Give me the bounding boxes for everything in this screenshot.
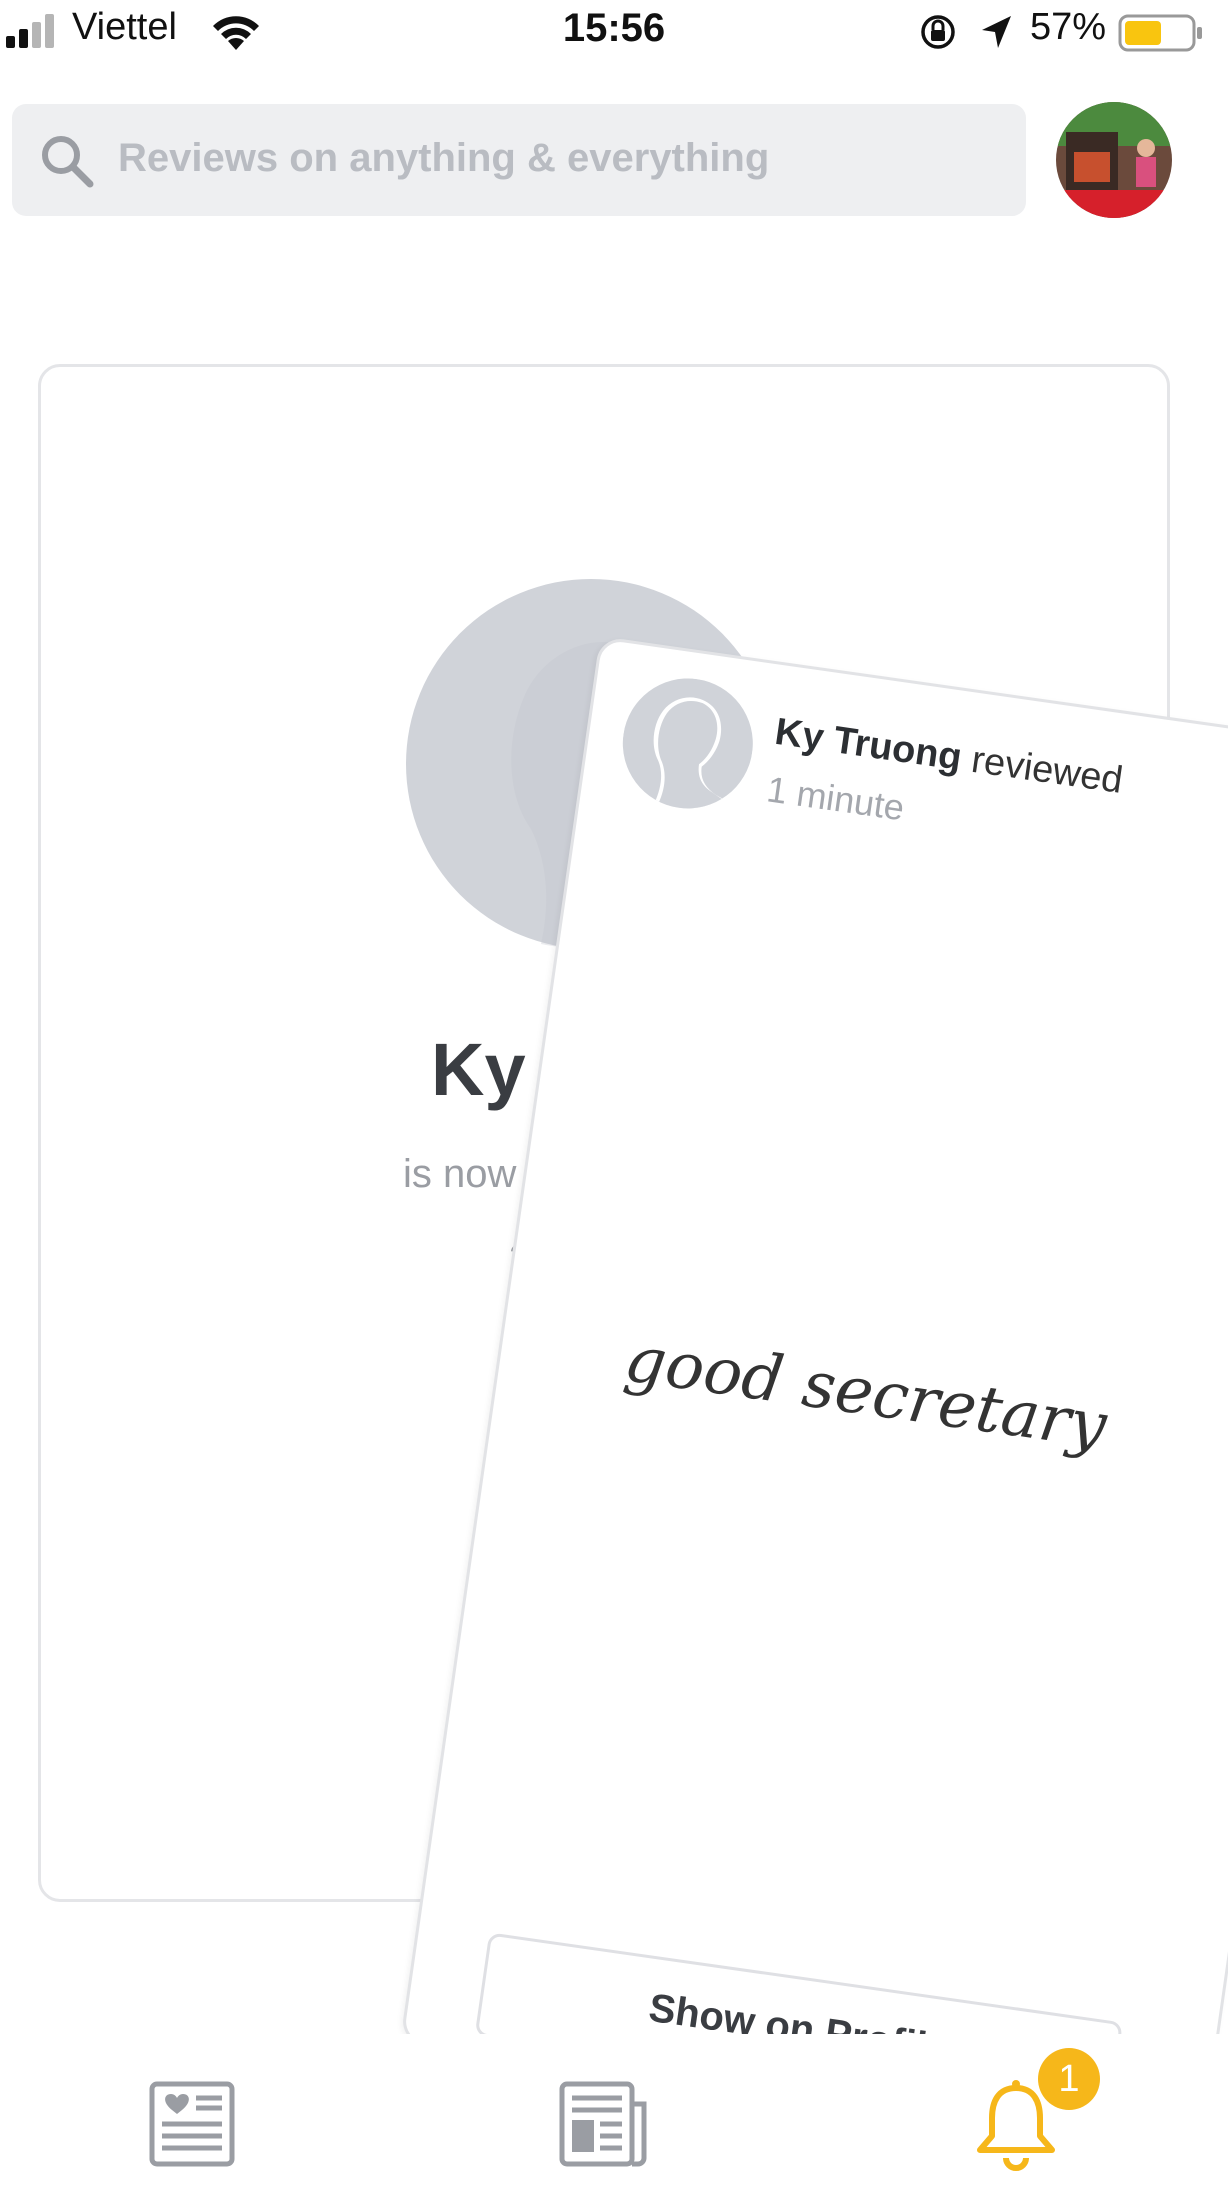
user-avatar[interactable] — [1056, 102, 1172, 218]
newspaper-icon[interactable] — [554, 2074, 654, 2174]
notification-badge: 1 — [1038, 2048, 1100, 2110]
avatar-photo — [1056, 102, 1172, 218]
search-placeholder[interactable]: Reviews on anything & everything — [118, 136, 769, 181]
orientation-lock-icon — [921, 15, 955, 49]
status-bar: Viettel 15:56 57% — [0, 0, 1228, 66]
search-icon — [42, 136, 94, 188]
battery-icon — [1118, 14, 1202, 52]
search-bar[interactable]: Reviews on anything & everything — [12, 104, 1026, 216]
review-action: reviewed — [968, 738, 1126, 802]
review-time: 1 minute — [764, 768, 907, 829]
reviewer-name[interactable]: Ky Truong — [772, 711, 964, 779]
battery-percent: 57% — [1030, 6, 1107, 48]
reviewer-avatar-icon — [622, 678, 753, 817]
review-text: good secretary — [620, 1322, 1111, 1464]
reviews-feed-icon[interactable] — [142, 2074, 242, 2174]
location-arrow-icon — [982, 16, 1011, 48]
